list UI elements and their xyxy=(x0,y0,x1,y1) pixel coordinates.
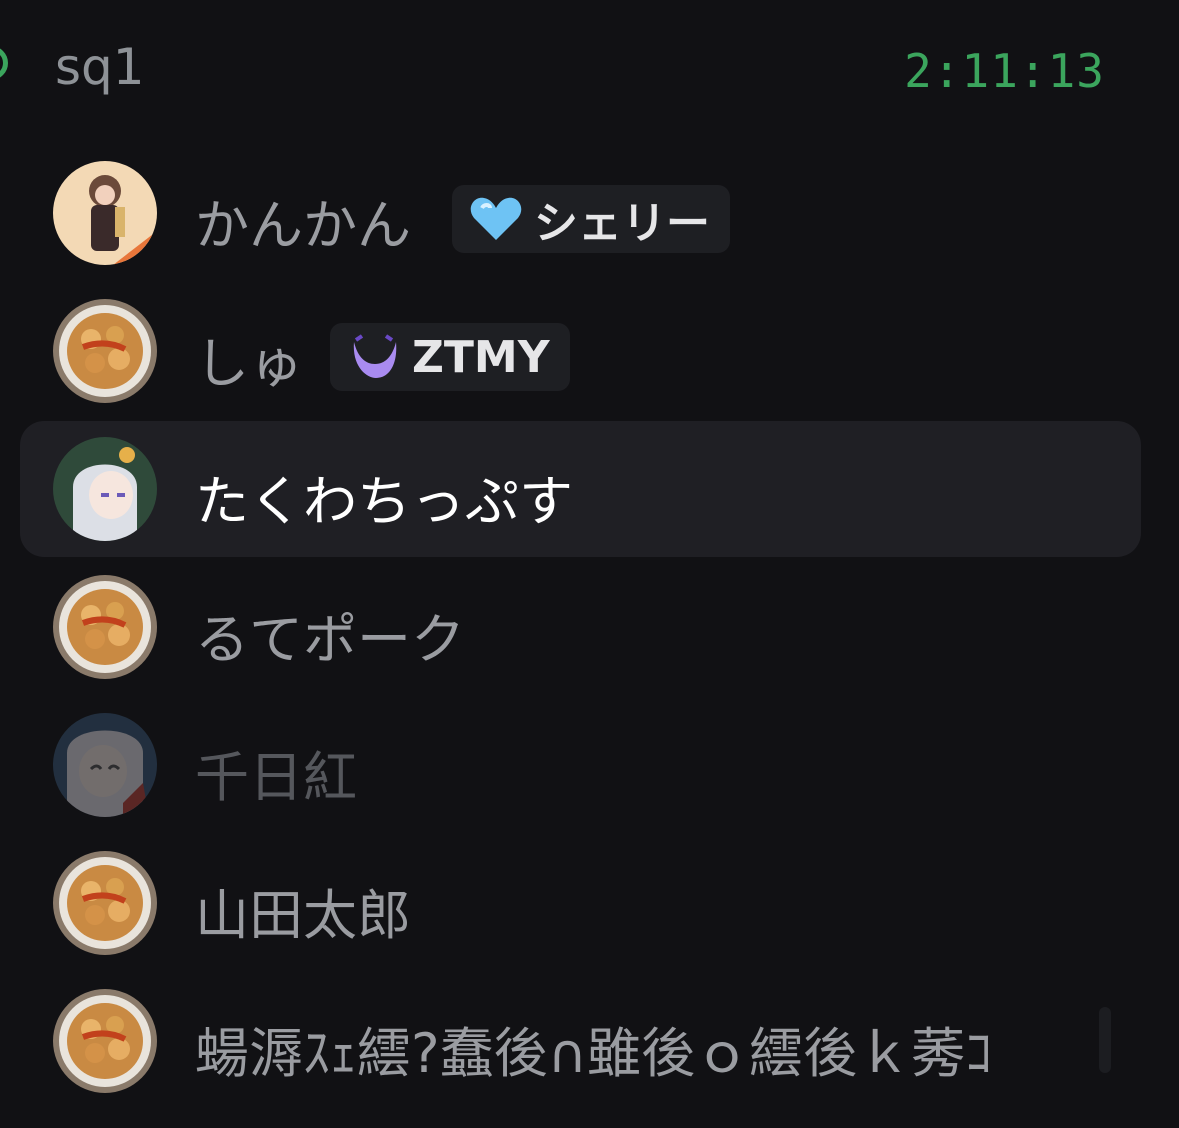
voice-connected-icon xyxy=(0,46,8,80)
member-row-garbled[interactable]: 蝪溽ｽｪ繧?蠢後∩雖後ｏ繧後ｋ莠ｺ xyxy=(20,973,1141,1109)
voice-channel-panel: sq1 2:11:13 かんかん シェリー しゅ ZTMY たくわちっぷす るて… xyxy=(0,0,1179,1128)
avatar xyxy=(53,161,157,265)
member-row-kankan[interactable]: かんかん シェリー xyxy=(20,145,1141,281)
member-name: たくわちっぷす xyxy=(195,470,573,533)
call-timer: 2:11:13 xyxy=(904,44,1105,98)
channel-name: sq1 xyxy=(55,38,145,96)
member-name: るてポーク xyxy=(195,608,465,671)
avatar xyxy=(53,851,157,955)
avatar xyxy=(53,575,157,679)
avatar xyxy=(53,437,157,541)
avatar xyxy=(53,989,157,1093)
member-row-sennichikou[interactable]: 千日紅 xyxy=(20,697,1141,833)
purple-crescent-icon xyxy=(353,334,397,378)
member-name: 蝪溽ｽｪ繧?蠢後∩雖後ｏ繧後ｋ莠ｺ xyxy=(195,1022,993,1085)
member-name: 千日紅 xyxy=(195,746,357,809)
truncated-tag-edge xyxy=(1099,1007,1111,1073)
member-row-shu[interactable]: しゅ ZTMY xyxy=(20,283,1141,419)
member-row-takuwachippusu[interactable]: たくわちっぷす xyxy=(20,421,1141,557)
member-name: しゅ xyxy=(195,332,303,395)
avatar xyxy=(53,299,157,403)
tag-label: シェリー xyxy=(534,198,710,249)
voice-channel-header[interactable]: sq1 2:11:13 xyxy=(0,30,1179,120)
member-row-yamadataro[interactable]: 山田太郎 xyxy=(20,835,1141,971)
member-name: 山田太郎 xyxy=(195,884,411,947)
member-name: かんかん xyxy=(195,194,411,257)
avatar xyxy=(53,713,157,817)
member-row-rutepork[interactable]: るてポーク xyxy=(20,559,1141,695)
blue-heart-icon xyxy=(470,197,522,240)
member-tag: ZTMY xyxy=(330,323,570,391)
member-tag: シェリー xyxy=(452,185,730,253)
tag-label: ZTMY xyxy=(412,331,550,383)
